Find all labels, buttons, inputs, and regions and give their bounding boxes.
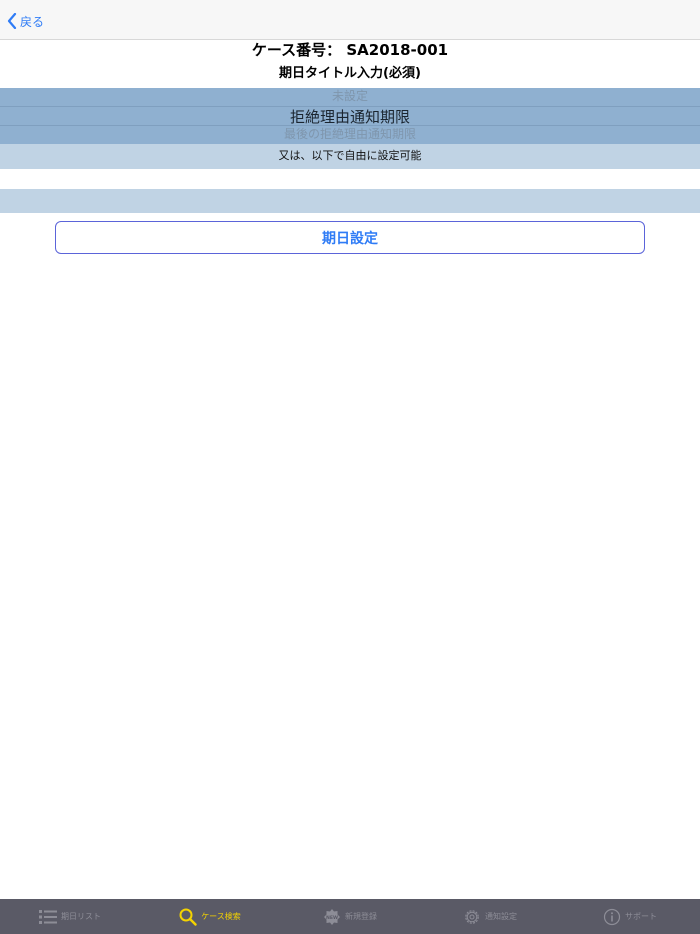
info-icon (603, 908, 621, 926)
back-button-label: 戻る (20, 14, 45, 29)
tab-notification-settings[interactable]: 通知設定 (420, 899, 560, 934)
search-icon (179, 908, 197, 926)
tab-label: ケース検索 (201, 912, 241, 921)
picker-option-selected[interactable]: 拒絶理由通知期限 (0, 106, 700, 127)
date-title-label: 期日タイトル入力(必須) (279, 66, 421, 81)
picker-option[interactable]: 最後の拒絶理由通知期限 (0, 125, 700, 142)
custom-title-input[interactable] (0, 169, 700, 189)
tab-bar: 期日リスト ケース検索 NEW 新規登録 通知設定 サポート (0, 899, 700, 934)
tab-label: 新規登録 (345, 912, 377, 921)
tab-support[interactable]: サポート (560, 899, 700, 934)
case-number-title: ケース番号： SA2018-001 (251, 41, 449, 59)
svg-text:NEW: NEW (326, 914, 338, 920)
picker-option[interactable]: 未設定 (0, 88, 700, 104)
new-badge-icon: NEW (323, 908, 341, 926)
gear-icon (463, 908, 481, 926)
tab-label: 通知設定 (485, 912, 517, 921)
tab-label: 期日リスト (61, 912, 101, 921)
navigation-bar: 戻る (0, 0, 700, 40)
set-date-button[interactable]: 期日設定 (55, 221, 645, 254)
input-band (0, 189, 700, 213)
back-button[interactable]: 戻る (7, 10, 44, 32)
tab-label: サポート (625, 912, 657, 921)
chevron-left-icon (7, 13, 17, 29)
tab-new-registration[interactable]: NEW 新規登録 (280, 899, 420, 934)
tab-date-list[interactable]: 期日リスト (0, 899, 140, 934)
tab-case-search[interactable]: ケース検索 (140, 899, 280, 934)
date-title-picker[interactable]: 未設定 拒絶理由通知期限 最後の拒絶理由通知期限 (0, 88, 700, 144)
list-icon (39, 909, 57, 925)
free-input-hint: 又は、以下で自由に設定可能 (278, 149, 422, 162)
